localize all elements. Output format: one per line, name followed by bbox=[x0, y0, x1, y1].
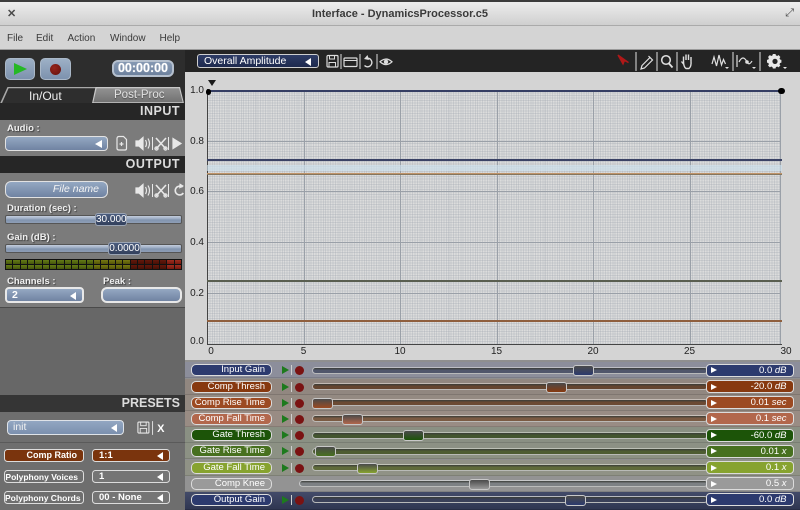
svg-text:X: X bbox=[157, 423, 165, 435]
